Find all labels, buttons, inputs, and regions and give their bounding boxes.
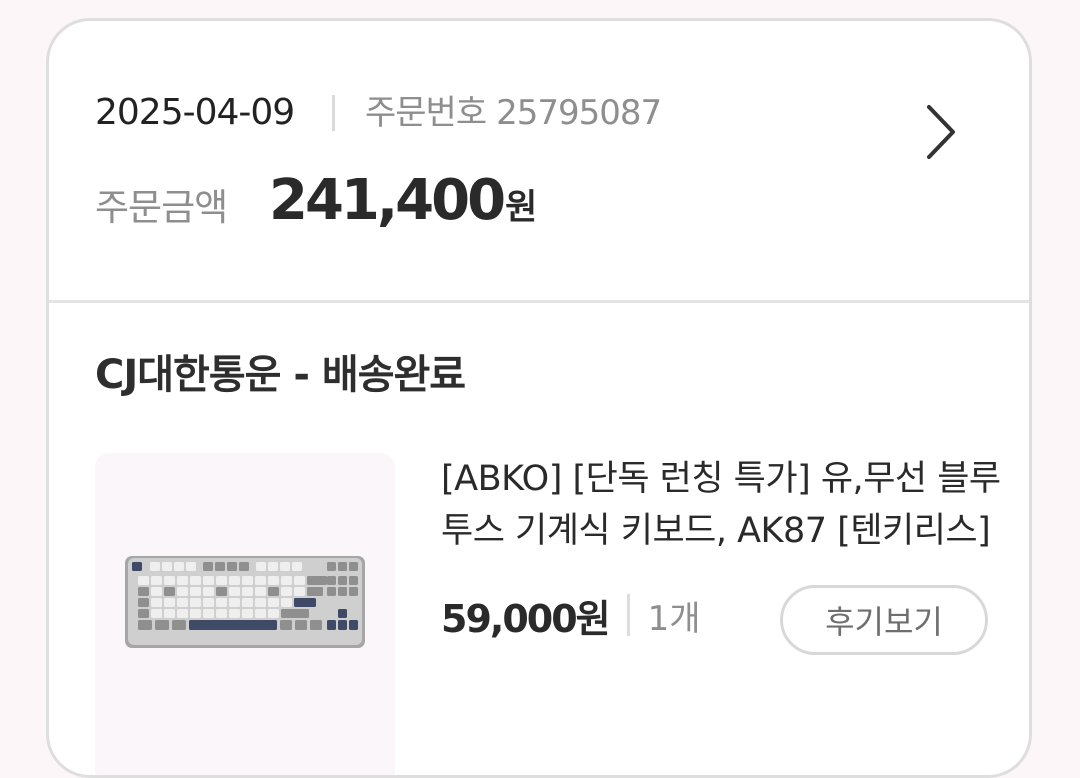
order-amount-label: 주문금액 xyxy=(95,186,228,229)
order-amount-value: 241,400 xyxy=(269,168,506,233)
product-title[interactable]: [ABKO] [단독 런칭 특가] 유,무선 블루투스 기계식 키보드, AK8… xyxy=(441,453,1001,557)
divider xyxy=(626,594,630,636)
order-number-label: 주문번호 xyxy=(365,93,487,133)
product-image[interactable] xyxy=(95,453,395,775)
order-number-value: 25795087 xyxy=(496,93,662,133)
keyboard-product-image xyxy=(125,556,365,648)
order-header[interactable]: 2025-04-09 주문번호 25795087 주문금액 241,400원 xyxy=(49,21,1029,303)
review-button[interactable]: 후기보기 xyxy=(780,585,988,655)
order-number: 주문번호 25795087 xyxy=(365,91,662,135)
order-amount: 241,400원 xyxy=(269,169,537,246)
divider xyxy=(332,95,335,131)
order-amount-unit: 원 xyxy=(505,188,538,228)
order-date: 2025-04-09 xyxy=(95,92,295,133)
chevron-right-icon[interactable] xyxy=(915,103,963,161)
product-price: 59,000원 xyxy=(441,596,611,641)
price-row: 59,000원 1개 xyxy=(441,587,701,643)
order-card: 2025-04-09 주문번호 25795087 주문금액 241,400원 CJ… xyxy=(46,18,1032,778)
delivery-status: CJ대한통운 - 배송완료 xyxy=(95,352,466,398)
product-quantity: 1개 xyxy=(647,598,701,639)
